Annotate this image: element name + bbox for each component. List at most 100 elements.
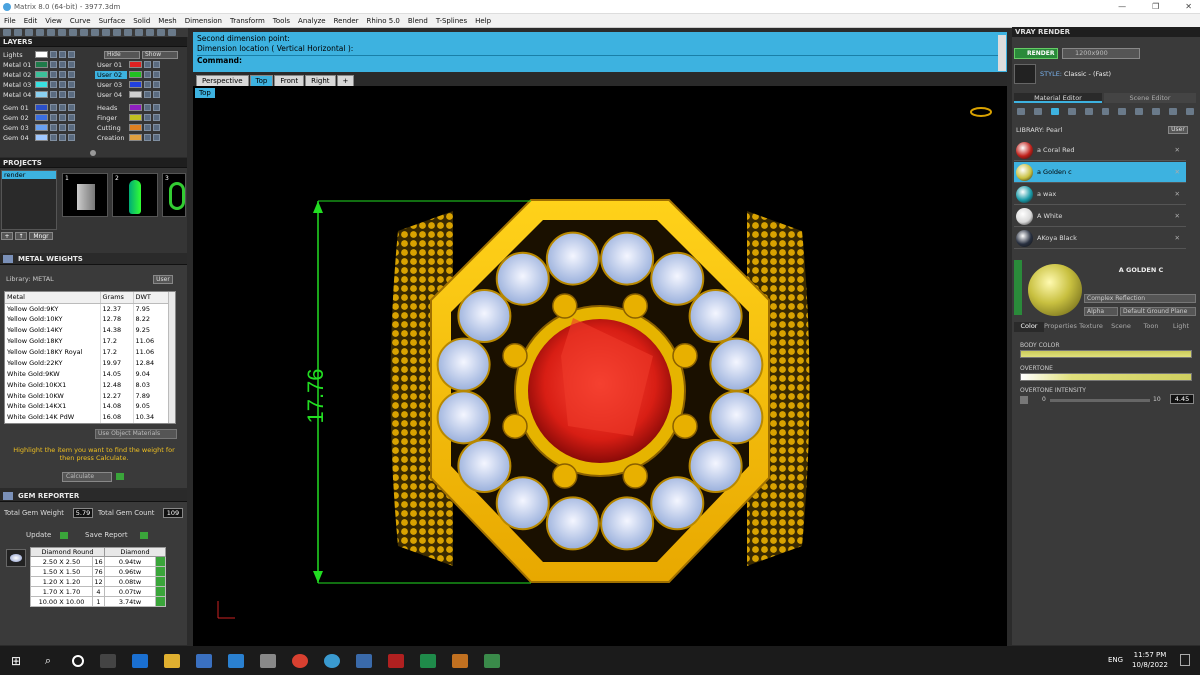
col-dwt[interactable]: DWT <box>133 292 170 304</box>
layer-row[interactable]: User 02 <box>95 70 160 79</box>
subtab-properties[interactable]: Properties <box>1044 322 1077 332</box>
menu-solid[interactable]: Solid <box>133 17 150 25</box>
layer-color-swatch[interactable] <box>35 51 48 58</box>
store-icon[interactable] <box>196 653 212 668</box>
layer-lock-icon[interactable] <box>144 104 151 111</box>
tool-icon[interactable] <box>113 29 121 36</box>
menu-analyze[interactable]: Analyze <box>298 17 326 25</box>
browser-icon[interactable] <box>324 653 340 668</box>
edge-icon[interactable] <box>132 653 148 668</box>
material-list-item[interactable]: a Golden c ✕ <box>1014 162 1186 183</box>
remove-material-icon[interactable]: ✕ <box>1175 168 1180 176</box>
language-indicator[interactable]: ENG <box>1108 656 1123 664</box>
project-list[interactable]: render <box>1 170 57 230</box>
minimize-button[interactable]: — <box>1118 0 1126 14</box>
style-dropdown[interactable]: Classic - (Fast) <box>1064 70 1194 78</box>
layer-material-icon[interactable] <box>68 114 75 121</box>
layer-lock-icon[interactable] <box>144 124 151 131</box>
metal-table-scrollbar[interactable] <box>168 292 175 423</box>
menu-render[interactable]: Render <box>334 17 359 25</box>
up-icon[interactable]: ↑ <box>15 232 27 240</box>
layer-color-swatch[interactable] <box>35 71 48 78</box>
layer-visible-icon[interactable] <box>59 124 66 131</box>
save-report-button[interactable]: Save Report <box>85 531 128 539</box>
layer-row[interactable]: Metal 01 <box>1 60 75 69</box>
metal-table[interactable]: Metal Grams DWT Yellow Gold:9KY 12.37 7.95… <box>4 291 176 424</box>
tool-icon[interactable] <box>58 29 66 36</box>
layer-color-swatch[interactable] <box>129 134 142 141</box>
layer-lock-icon[interactable] <box>50 124 57 131</box>
use-object-materials-dropdown[interactable]: Use Object Materials <box>95 429 177 439</box>
layer-visible-icon[interactable] <box>153 114 160 121</box>
tab-front[interactable]: Front <box>274 75 305 86</box>
tool-icon[interactable] <box>69 29 77 36</box>
project-item-render[interactable]: render <box>2 171 56 179</box>
add-tab-icon[interactable]: + <box>336 75 355 86</box>
remove-material-icon[interactable]: ✕ <box>1175 212 1180 220</box>
clock-time[interactable]: 11:57 PM <box>1130 651 1170 659</box>
tool-icon[interactable] <box>80 29 88 36</box>
layer-lock-icon[interactable] <box>50 51 57 58</box>
layer-visible-icon[interactable] <box>59 71 66 78</box>
layer-row[interactable]: Gem 03 <box>1 123 75 132</box>
file-explorer-icon[interactable] <box>164 653 180 668</box>
tool-icon[interactable] <box>3 29 11 36</box>
gem-table[interactable]: Diamond Round Diamond 2.50 X 2.50 16 0.94t… <box>30 547 166 607</box>
texture-icon[interactable] <box>1084 108 1093 115</box>
ground-plane-dropdown[interactable]: Default Ground Plane <box>1120 307 1196 316</box>
layer-lock-icon[interactable] <box>144 61 151 68</box>
subtab-texture[interactable]: Texture <box>1076 322 1106 332</box>
task-view-icon[interactable] <box>100 653 116 668</box>
remove-material-icon[interactable]: ✕ <box>1175 234 1180 242</box>
tool-icon[interactable] <box>135 29 143 36</box>
tool-icon[interactable] <box>25 29 33 36</box>
app-icon-generic[interactable] <box>260 653 276 668</box>
mail-icon[interactable] <box>228 653 244 668</box>
layer-visible-icon[interactable] <box>153 124 160 131</box>
tool-icon[interactable] <box>157 29 165 36</box>
tool-app-icon[interactable] <box>388 653 404 668</box>
layer-color-swatch[interactable] <box>129 71 142 78</box>
tool-icon[interactable] <box>91 29 99 36</box>
layer-lock-icon[interactable] <box>144 114 151 121</box>
table-row[interactable]: Yellow Gold:9KY 12.37 7.95 <box>5 303 170 314</box>
layer-material-icon[interactable] <box>68 134 75 141</box>
light-icon[interactable] <box>1186 108 1194 115</box>
menu-view[interactable]: View <box>45 17 62 25</box>
notification-icon[interactable] <box>1180 654 1190 666</box>
tool-icon[interactable] <box>102 29 110 36</box>
ring-gizmo-icon[interactable] <box>970 107 992 117</box>
layer-visible-icon[interactable] <box>59 114 66 121</box>
layer-color-swatch[interactable] <box>129 104 142 111</box>
layer-visible-icon[interactable] <box>59 61 66 68</box>
collapse-handle-icon[interactable] <box>90 150 96 156</box>
tab-top[interactable]: Top <box>249 75 274 86</box>
table-row[interactable]: White Gold:14K PdW 16.08 10.34 <box>5 411 170 423</box>
tab-material-editor[interactable]: Material Editor <box>1014 93 1102 103</box>
layer-row[interactable]: User 04 <box>95 90 160 99</box>
hide-button[interactable]: Hide <box>104 51 140 59</box>
layer-color-swatch[interactable] <box>35 81 48 88</box>
layer-visible-icon[interactable] <box>153 71 160 78</box>
layer-visible-icon[interactable] <box>153 104 160 111</box>
misc-icon[interactable] <box>1169 108 1178 115</box>
gem-select-icon[interactable] <box>155 576 166 587</box>
gem-select-icon[interactable] <box>155 566 166 577</box>
menu-dimension[interactable]: Dimension <box>185 17 222 25</box>
intensity-value[interactable]: 4.45 <box>1170 394 1194 404</box>
menu-curve[interactable]: Curve <box>70 17 91 25</box>
layer-row[interactable]: Metal 02 <box>1 70 75 79</box>
layer-color-swatch[interactable] <box>35 61 48 68</box>
table-row[interactable]: 2.50 X 2.50 16 0.94tw <box>30 556 166 567</box>
table-row[interactable]: Yellow Gold:22KY 19.97 12.84 <box>5 357 170 369</box>
matrix-taskbar-icon[interactable] <box>452 653 468 668</box>
material-library-user-button[interactable]: User <box>1168 126 1188 134</box>
calculate-go-icon[interactable] <box>116 473 124 480</box>
layer-color-swatch[interactable] <box>129 114 142 121</box>
command-prompt[interactable]: Command: <box>197 55 1003 66</box>
manager-button[interactable]: Mngr <box>29 232 53 240</box>
remove-material-icon[interactable]: ✕ <box>1175 146 1180 154</box>
layer-row[interactable]: Lights <box>1 50 75 59</box>
layer-color-swatch[interactable] <box>35 91 48 98</box>
menu-mesh[interactable]: Mesh <box>158 17 176 25</box>
